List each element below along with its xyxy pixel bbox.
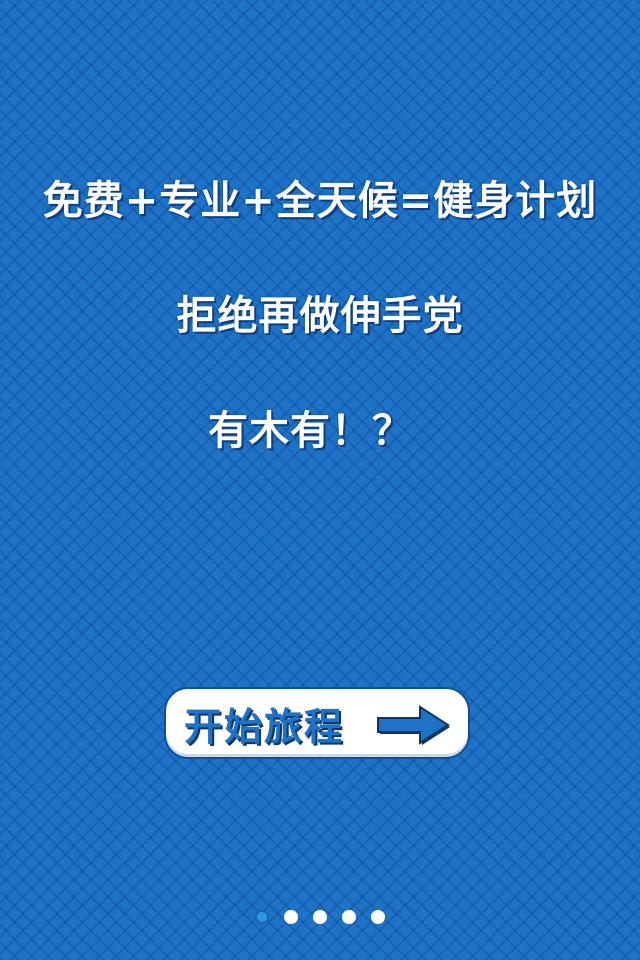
headline-line-2: 拒绝再做伸手党 [176, 293, 464, 339]
welcome-screen: 免费+专业+全天候=健身计划 拒绝再做伸手党 有木有！？ 开始旅程 [0, 0, 640, 960]
page-dot-2[interactable] [284, 910, 298, 924]
arrow-right-icon [377, 705, 450, 745]
start-journey-label: 开始旅程 [184, 704, 345, 749]
start-journey-button[interactable]: 开始旅程 [164, 687, 470, 759]
page-dot-4[interactable] [342, 910, 356, 924]
page-indicator [0, 910, 640, 926]
page-dot-5[interactable] [371, 910, 385, 924]
page-dot-1[interactable] [255, 910, 269, 924]
headline-line-3: 有木有！？ [208, 408, 413, 454]
headline-line-1: 免费+专业+全天候=健身计划 [42, 178, 598, 224]
page-dot-3[interactable] [313, 910, 327, 924]
